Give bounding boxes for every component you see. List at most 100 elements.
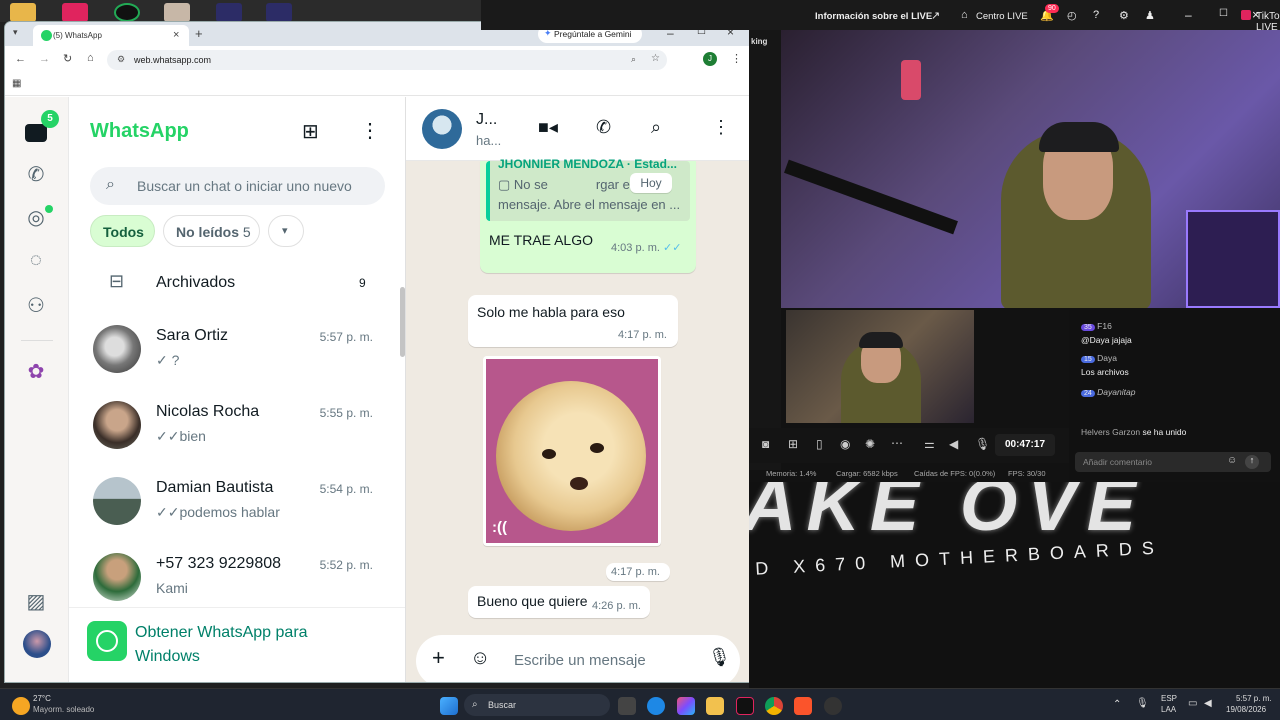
zoom-icon[interactable]: ⌕ — [631, 54, 636, 65]
obs-icon[interactable] — [114, 3, 140, 22]
chats-icon[interactable]: 5 — [23, 110, 59, 146]
brave-icon[interactable] — [794, 697, 812, 715]
taskbar-search[interactable]: ⌕ Buscar — [464, 694, 610, 716]
app-icon[interactable] — [216, 3, 242, 22]
live-info-button[interactable]: Información sobre el LIVE — [815, 11, 932, 22]
record-icon[interactable]: ◉ — [840, 437, 850, 451]
message-bubble-incoming[interactable]: Bueno que quiere 4:26 p. m. — [468, 586, 650, 618]
url-box[interactable]: ⚙ web.whatsapp.com ⌕ ☆ — [107, 50, 667, 70]
meta-ai-icon[interactable]: ✿ — [23, 359, 49, 385]
comment-input[interactable]: Añadir comentario ☺ ↑ — [1075, 452, 1271, 472]
contact-avatar[interactable] — [422, 109, 462, 149]
message-bubble-incoming[interactable]: Solo me habla para eso 4:17 p. m. — [468, 295, 678, 347]
edge-icon[interactable] — [647, 697, 665, 715]
status-icon[interactable]: ◎ — [23, 205, 53, 231]
new-tab-icon[interactable]: + — [195, 26, 203, 41]
start-windows-icon[interactable] — [440, 697, 458, 715]
menu-icon[interactable]: ⋮ — [360, 118, 380, 143]
settings-gear-icon[interactable]: ⚙ — [1119, 9, 1129, 22]
user-icon[interactable]: ♟ — [1145, 9, 1155, 22]
photo-icon[interactable] — [164, 3, 190, 22]
home-icon[interactable]: ⌂ — [87, 52, 94, 64]
get-app-banner[interactable]: Obtener WhatsApp para Windows — [69, 607, 405, 682]
filter-all[interactable]: Todos — [90, 215, 155, 247]
effects-icon[interactable]: ✺ — [865, 437, 875, 451]
camera-icon[interactable]: ◙ — [762, 437, 769, 451]
status-dot — [45, 205, 53, 213]
tiktok-icon[interactable] — [736, 697, 754, 715]
conversation-menu-icon[interactable]: ⋮ — [712, 117, 730, 138]
star-icon[interactable]: ☆ — [651, 53, 660, 64]
message-bubble-outgoing[interactable]: JHONNIER MENDOZA · Estad... ▢ No se rgar … — [480, 157, 696, 273]
apps-grid-icon[interactable]: ▦ — [12, 78, 21, 89]
more-icon[interactable]: ⋯ — [891, 436, 903, 450]
live-center-button[interactable]: Centro LIVE — [976, 11, 1028, 22]
clock-date[interactable]: 19/08/2026 — [1226, 705, 1266, 714]
forward-icon[interactable]: → — [39, 53, 50, 65]
maximize-icon[interactable]: ☐ — [1219, 8, 1228, 19]
file-explorer-icon[interactable] — [706, 697, 724, 715]
media-icon[interactable]: ▨ — [23, 589, 49, 615]
app-icon[interactable] — [266, 3, 292, 22]
language-indicator[interactable]: ESP — [1161, 694, 1177, 703]
volume-icon[interactable]: ◀ — [1204, 698, 1212, 709]
sticker-icon[interactable]: ☺ — [470, 647, 490, 670]
archived-row[interactable]: ⊟ Archivados 9 — [69, 265, 405, 303]
voice-call-icon[interactable]: ✆ — [596, 117, 611, 138]
new-chat-icon[interactable]: ⊞ — [302, 119, 319, 144]
task-view-icon[interactable] — [618, 697, 636, 715]
search-input[interactable]: ⌕ Buscar un chat o iniciar uno nuevo — [90, 167, 385, 205]
tiktok-icon[interactable] — [62, 3, 88, 22]
speaker-icon[interactable]: ◀ — [949, 437, 958, 451]
chat-row[interactable]: Damian Bautista 5:54 p. m. ✓✓podemos hab… — [69, 467, 405, 543]
send-icon[interactable]: ↑ — [1245, 455, 1259, 469]
chat-text: Los archivos — [1081, 367, 1129, 377]
back-icon[interactable]: ← — [15, 53, 26, 65]
chart-icon[interactable]: ◴ — [1067, 9, 1077, 22]
calls-icon[interactable]: ✆ — [23, 162, 49, 188]
channels-icon[interactable]: ◌ — [23, 249, 49, 275]
reload-icon[interactable]: ↻ — [63, 52, 72, 65]
clock-time[interactable]: 5:57 p. m. — [1236, 694, 1272, 703]
add-source-icon[interactable]: ⊞ — [788, 437, 798, 451]
phone-icon[interactable]: ▯ — [816, 437, 823, 451]
weather-icon[interactable] — [12, 697, 30, 715]
tab-whatsapp[interactable]: (5) WhatsApp × — [33, 25, 189, 46]
obs-icon[interactable] — [824, 697, 842, 715]
close-window-icon[interactable]: × — [1252, 7, 1260, 22]
emoji-icon[interactable]: ☺ — [1227, 455, 1237, 466]
chrome-icon[interactable] — [765, 697, 783, 715]
get-app-link[interactable]: Obtener WhatsApp para Windows — [135, 621, 375, 669]
video-call-icon[interactable]: ■◂ — [538, 117, 558, 138]
image-message[interactable]: :(( — [483, 356, 661, 546]
browser-menu-icon[interactable]: ⋮ — [731, 52, 742, 65]
site-info-icon[interactable]: ⚙ — [117, 54, 125, 65]
close-tab-icon[interactable]: × — [173, 29, 179, 41]
network-icon[interactable]: ▭ — [1188, 698, 1197, 709]
microphone-icon[interactable]: 🎙 — [708, 647, 731, 668]
folder-icon[interactable] — [10, 3, 36, 22]
communities-icon[interactable]: ⚇ — [23, 293, 49, 319]
mixer-icon[interactable]: ⚌ — [924, 437, 935, 451]
avatar — [93, 401, 141, 449]
home-icon[interactable]: ⌂ — [961, 9, 968, 21]
microphone-icon[interactable]: 🎙 — [1136, 698, 1149, 709]
share-icon[interactable]: ↗ — [931, 9, 940, 22]
chat-row[interactable]: Sara Ortiz 5:57 p. m. ✓ ? — [69, 315, 405, 391]
chat-preview: ✓ ? — [156, 352, 179, 369]
conversation-header[interactable]: J... ha... ■◂ ✆ ⌕ ⋮ — [406, 97, 749, 161]
help-icon[interactable]: ? — [1093, 9, 1099, 21]
chat-row[interactable]: Nicolas Rocha 5:55 p. m. ✓✓bien — [69, 391, 405, 467]
minimize-icon[interactable]: – — [1185, 8, 1192, 22]
filter-unread[interactable]: No leídos 5 — [163, 215, 260, 247]
tab-search-icon[interactable]: ▾ — [13, 27, 18, 38]
copilot-icon[interactable] — [677, 697, 695, 715]
message-input[interactable]: Escribe un mensaje — [514, 652, 646, 669]
profile-avatar[interactable] — [23, 630, 51, 658]
profile-avatar[interactable]: J — [703, 52, 717, 66]
microphone-icon[interactable]: 🎙 — [975, 437, 990, 451]
filter-more-chevron-down-icon[interactable]: ▾ — [268, 215, 304, 247]
show-hidden-icon[interactable]: ⌃ — [1113, 699, 1121, 710]
search-icon[interactable]: ⌕ — [651, 117, 661, 138]
attach-plus-icon[interactable]: + — [432, 645, 445, 671]
